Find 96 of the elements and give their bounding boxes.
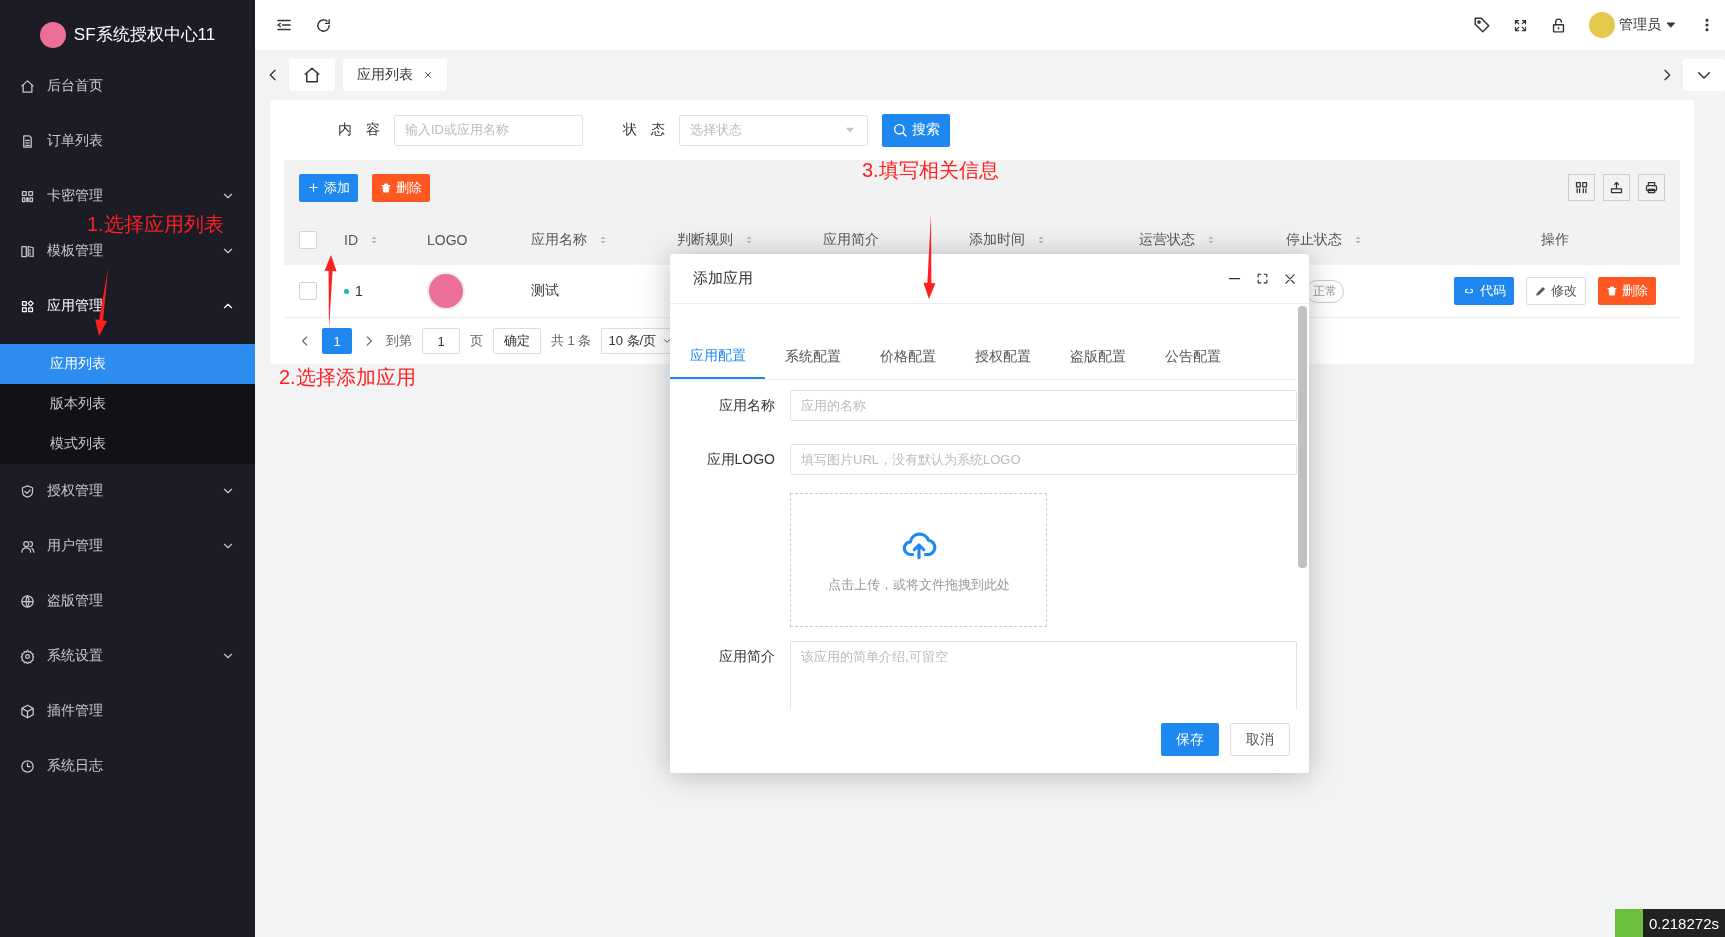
field-label: 状 态 xyxy=(622,121,665,139)
column-header[interactable]: 停止状态 xyxy=(1286,231,1342,249)
tag-icon[interactable] xyxy=(1473,16,1491,34)
timer-text: 0.218272s xyxy=(1642,909,1725,937)
select-all-checkbox[interactable] xyxy=(299,231,317,249)
plus-icon xyxy=(307,181,320,194)
app-title: SF系统授权中心11 xyxy=(73,24,216,46)
dialog-tab[interactable]: 授权配置 xyxy=(955,334,1050,379)
sidebar-item[interactable]: 授权管理 xyxy=(0,474,255,508)
close-icon[interactable] xyxy=(1283,271,1297,286)
sidebar-item[interactable]: 卡密管理 xyxy=(0,179,255,213)
print-icon xyxy=(1644,180,1659,195)
home-tab[interactable] xyxy=(289,59,335,91)
field-label: 应用LOGO xyxy=(705,450,775,469)
save-button[interactable]: 保存 xyxy=(1161,723,1219,756)
shield-icon xyxy=(20,483,35,499)
dialog-tab[interactable]: 系统配置 xyxy=(765,334,860,379)
field-label: 应用简介 xyxy=(718,647,775,666)
user-icon xyxy=(20,538,35,554)
tabs-dropdown-button[interactable] xyxy=(1683,59,1725,91)
submenu-item[interactable]: 模式列表 xyxy=(0,424,255,464)
grid-icon xyxy=(20,188,35,204)
cancel-button[interactable]: 取消 xyxy=(1230,723,1290,756)
column-header: 应用简介 xyxy=(823,231,879,249)
sidebar-item[interactable]: 插件管理 xyxy=(0,694,255,728)
table-cell: 1 xyxy=(355,283,363,299)
globe-icon xyxy=(20,593,35,609)
print-button[interactable] xyxy=(1638,174,1665,201)
annotation-text: 2.选择添加应用 xyxy=(279,367,416,387)
export-icon xyxy=(1609,180,1624,195)
field-label: 内 容 xyxy=(338,121,380,139)
page-button[interactable]: 1 xyxy=(322,328,352,354)
user-menu[interactable]: 管理员 xyxy=(1589,12,1677,38)
sidebar-item[interactable]: 盗版管理 xyxy=(0,584,255,618)
home-icon xyxy=(20,78,35,94)
app-logo-icon xyxy=(427,272,465,310)
annotation-text: 3.填写相关信息 xyxy=(862,160,999,180)
trash-icon xyxy=(1606,285,1618,297)
columns-button[interactable] xyxy=(1568,174,1595,201)
dialog-tab[interactable]: 应用配置 xyxy=(670,334,765,379)
submenu-item[interactable]: 版本列表 xyxy=(0,384,255,424)
column-header[interactable]: ID xyxy=(344,232,358,248)
export-button[interactable] xyxy=(1603,174,1630,201)
sidebar-item[interactable]: 系统设置 xyxy=(0,639,255,673)
dialog-tab[interactable]: 公告配置 xyxy=(1145,334,1240,379)
sidebar-item[interactable]: 系统日志 xyxy=(0,749,255,783)
total-count: 共 1 条 xyxy=(551,332,592,350)
upload-hint: 点击上传，或将文件拖拽到此处 xyxy=(827,576,1010,594)
fullscreen-icon[interactable] xyxy=(1513,17,1528,33)
column-header: 操作 xyxy=(1541,231,1569,249)
search-button[interactable]: 搜索 xyxy=(881,113,950,147)
pager-label: 到第 xyxy=(386,332,412,350)
dialog-tab[interactable]: 盗版配置 xyxy=(1050,334,1145,379)
chevron-down-icon xyxy=(662,336,673,346)
close-icon[interactable] xyxy=(423,70,433,80)
search-icon xyxy=(891,122,908,138)
pager-label: 页 xyxy=(470,332,483,350)
avatar-icon xyxy=(1589,12,1615,38)
sidebar-item[interactable]: 应用管理 xyxy=(0,289,255,323)
column-header[interactable]: 添加时间 xyxy=(969,231,1025,249)
status-dot xyxy=(344,288,349,294)
home-icon xyxy=(303,66,321,84)
maximize-icon[interactable] xyxy=(1256,272,1269,285)
row-checkbox[interactable] xyxy=(299,282,317,300)
apps-icon xyxy=(20,298,35,314)
edit-button[interactable]: 修改 xyxy=(1526,277,1586,305)
add-button[interactable]: 添加 xyxy=(299,173,358,202)
template-icon xyxy=(20,243,35,259)
trash-icon xyxy=(380,181,392,194)
column-header[interactable]: 判断规则 xyxy=(677,231,733,249)
columns-icon xyxy=(1574,180,1589,195)
table-cell: 测试 xyxy=(531,282,559,300)
pencil-icon xyxy=(1535,285,1547,297)
lock-icon[interactable] xyxy=(1550,16,1567,34)
sidebar-item[interactable]: 用户管理 xyxy=(0,529,255,563)
dialog-title: 添加应用 xyxy=(693,269,754,288)
clock-icon xyxy=(20,758,35,774)
scrollbar[interactable] xyxy=(1298,306,1307,568)
column-header[interactable]: 应用名称 xyxy=(531,231,587,249)
annotation-text: 1.选择应用列表 xyxy=(87,214,224,234)
gear-icon xyxy=(20,648,35,664)
cube-icon xyxy=(20,703,35,719)
page-input[interactable]: 1 xyxy=(422,328,460,354)
confirm-button[interactable]: 确定 xyxy=(493,328,541,354)
logo-icon xyxy=(39,21,66,48)
code-button[interactable]: 代码 xyxy=(1454,277,1514,305)
dialog-tab[interactable]: 价格配置 xyxy=(860,334,955,379)
refresh-icon[interactable] xyxy=(315,16,332,34)
column-header: LOGO xyxy=(427,232,468,248)
page-tab[interactable]: 应用列表 xyxy=(343,59,447,91)
sidebar-item[interactable]: 模板管理 xyxy=(0,234,255,268)
document-icon xyxy=(20,133,35,149)
column-header[interactable]: 运营状态 xyxy=(1139,231,1195,249)
sidebar-item[interactable]: 后台首页 xyxy=(0,69,255,103)
field-label: 应用名称 xyxy=(718,396,775,415)
sidebar-item[interactable]: 订单列表 xyxy=(0,124,255,158)
